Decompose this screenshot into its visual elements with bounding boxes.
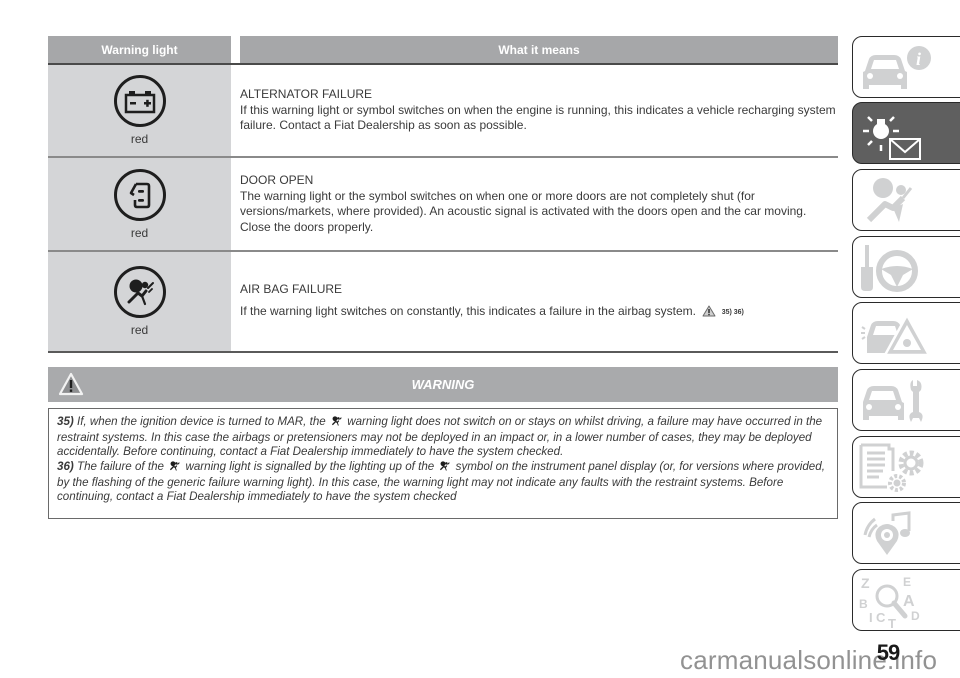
row-title: DOOR OPEN [240,173,314,187]
warning-light-cell: red [48,158,231,250]
warning-light-cell: red [48,252,231,351]
row-description: If the warning light switches on constan… [240,303,697,318]
key-steering-wheel-icon [861,245,918,292]
svg-text:C: C [876,610,886,625]
tab-warning-lights-messages[interactable] [852,102,960,164]
tab-starting-driving[interactable] [852,236,960,298]
tab-technical-data[interactable] [852,436,960,498]
row-description: The warning light or the symbol switches… [240,188,807,234]
list-gears-icon [859,443,924,492]
note-number: 36) [57,459,77,473]
meaning-cell: DOOR OPEN The warning light or the symbo… [231,158,838,250]
svg-text:i: i [916,49,921,69]
svg-text:Z: Z [861,575,870,591]
light-color-label: red [130,323,149,337]
note-number: 35) [57,415,77,428]
warning-lights-table: Warning light What it means red ALTERNAT… [48,36,838,353]
music-location-icon [863,511,911,555]
tab-car-info[interactable]: i [852,36,960,98]
row-title: AIR BAG FAILURE [240,282,343,296]
warning-note-36: 36) The failure of the warning light is … [57,459,825,504]
table-row: red AIR BAG FAILURE If the warning light… [48,252,838,353]
svg-text:I: I [869,610,873,625]
car-info-icon: i [863,46,931,89]
svg-text:T: T [888,616,896,628]
light-color-label: red [130,225,149,240]
svg-text:E: E [903,575,911,589]
warning-banner: WARNING [48,367,838,402]
tab-in-an-emergency[interactable] [852,302,960,364]
svg-text:A: A [903,593,915,610]
warning-note-35: 35) If, when the ignition device is turn… [57,415,823,459]
airbag-icon [438,460,451,476]
row-title: ALTERNATOR FAILURE [240,87,373,102]
meaning-cell: AIR BAG FAILURE If the warning light swi… [231,252,838,351]
door-open-icon [113,168,166,221]
car-wrench-icon [863,380,923,422]
table-row: red DOOR OPEN The warning light or the s… [48,158,838,252]
tab-safety[interactable] [852,169,960,231]
footnote-reference-link[interactable]: 35) 36) [722,309,744,316]
meaning-cell: ALTERNATOR FAILURE If this warning light… [231,65,838,156]
alphabet-magnifier-icon: Z E B A I C T D [859,575,920,628]
airbag-icon [113,266,166,318]
row-description: If this warning light or symbol switches… [240,102,836,133]
row-description-wrap: If the warning light switches on constan… [240,304,838,322]
airbag-icon [330,415,343,431]
column-header-what-it-means: What it means [240,36,838,63]
breakdown-triangle-icon [861,312,932,357]
page-number: 59 [876,640,900,665]
warning-light-cell: red [48,65,231,156]
tab-multimedia[interactable] [852,502,960,564]
column-header-warning-light: Warning light [48,36,231,63]
table-header: Warning light What it means [48,36,838,65]
light-color-label: red [130,132,149,146]
airbag-seat-icon [866,178,913,223]
warning-triangle-icon [702,305,716,322]
svg-text:D: D [911,609,920,623]
tab-index[interactable]: Z E B A I C T D [852,569,960,631]
svg-text:B: B [859,597,868,611]
table-row: red ALTERNATOR FAILURE If this warning l… [48,65,838,158]
battery-icon [113,75,166,127]
lamp-envelope-icon [863,116,921,160]
warning-title: WARNING [411,377,475,392]
warning-notes: 35) If, when the ignition device is turn… [48,408,838,519]
tab-servicing-care[interactable] [852,369,960,431]
airbag-icon [168,460,181,476]
